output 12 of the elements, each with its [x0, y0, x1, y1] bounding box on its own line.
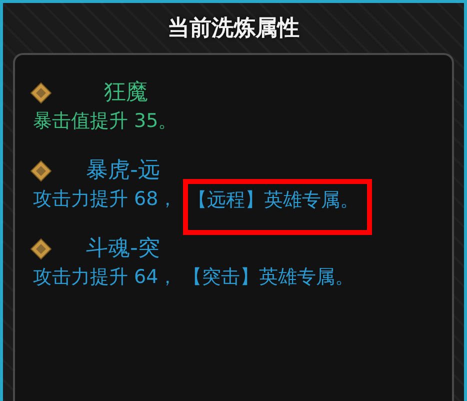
restriction-text: 【远程】英雄专属。: [188, 188, 360, 213]
stat-effect: 暴击值提升 35。: [33, 109, 178, 134]
stat-name: 暴虎-远: [86, 157, 160, 185]
stat-name: 狂魔: [104, 79, 148, 107]
restriction-text: 【突击】英雄专属。: [183, 265, 354, 290]
stat-name: 斗魂-突: [86, 235, 160, 263]
diamond-icon: [30, 238, 52, 260]
diamond-icon: [30, 160, 52, 182]
stat-effect: 攻击力提升 64，: [33, 265, 178, 290]
diamond-icon: [30, 82, 52, 104]
dialog-title: 当前洗炼属性: [166, 15, 300, 43]
stat-effect: 攻击力提升 68，: [33, 187, 178, 212]
